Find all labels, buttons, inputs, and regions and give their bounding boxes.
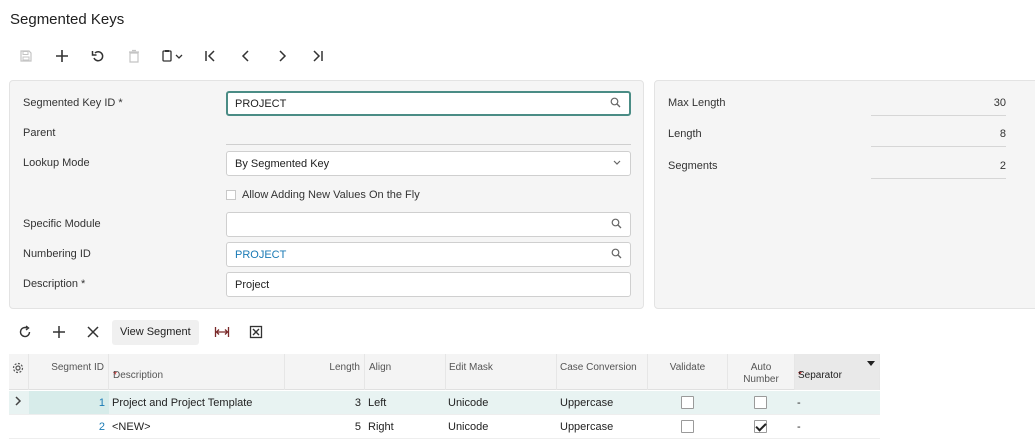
header-align[interactable]: Align <box>365 354 446 390</box>
page-title: Segmented Keys <box>10 11 125 28</box>
header-validate[interactable]: Validate <box>648 354 728 390</box>
search-icon[interactable] <box>611 248 622 262</box>
length-label: Length <box>668 128 702 140</box>
numbering-id-field[interactable]: PROJECT <box>226 242 631 267</box>
parent-row: Parent <box>10 121 643 147</box>
allow-adding-checkbox[interactable] <box>226 190 236 200</box>
cell-length[interactable]: 3 <box>285 397 361 409</box>
first-record-icon[interactable] <box>192 44 228 68</box>
header-segment-id[interactable]: Segment ID <box>29 354 109 390</box>
cell-align[interactable]: Left <box>368 397 386 409</box>
cell-separator[interactable]: - <box>797 397 801 409</box>
add-row-icon[interactable] <box>42 319 76 345</box>
header-case-conversion[interactable]: Case Conversion <box>557 354 648 390</box>
cell-edit-mask[interactable]: Unicode <box>448 397 488 409</box>
header-separator[interactable]: * Separator <box>795 354 880 390</box>
cell-auto-number-checkbox[interactable] <box>754 396 767 409</box>
parent-field[interactable] <box>226 133 631 145</box>
add-icon[interactable] <box>44 44 80 68</box>
max-length-label: Max Length <box>668 97 726 109</box>
segments-label: Segments <box>668 160 718 172</box>
undo-icon[interactable] <box>80 44 116 68</box>
table-row[interactable]: 2 <NEW> 5 Right Unicode Uppercase - <box>9 415 880 439</box>
cell-case-conversion[interactable]: Uppercase <box>560 421 613 433</box>
segments-value: 2 <box>871 160 1006 179</box>
header-description[interactable]: * Description <box>109 354 285 390</box>
lookup-mode-row: Lookup Mode By Segmented Key <box>10 151 643 177</box>
view-segment-button[interactable]: View Segment <box>112 319 199 345</box>
cell-edit-mask[interactable]: Unicode <box>448 421 488 433</box>
delete-icon[interactable] <box>116 44 152 68</box>
allow-adding-label: Allow Adding New Values On the Fly <box>242 189 420 201</box>
fit-columns-icon[interactable] <box>205 319 239 345</box>
numbering-id-label: Numbering ID <box>23 248 91 260</box>
delete-row-icon[interactable] <box>76 319 110 345</box>
cell-auto-number-checkbox[interactable] <box>754 420 767 433</box>
max-length-value: 30 <box>871 97 1006 116</box>
cell-segment-id[interactable]: 2 <box>29 421 105 433</box>
cell-validate-checkbox[interactable] <box>681 396 694 409</box>
description-row: Description * Project <box>10 272 643 298</box>
sort-desc-icon <box>867 361 875 366</box>
specific-module-label: Specific Module <box>23 218 101 230</box>
summary-panel: Max Length 30 Length 8 Segments 2 <box>654 80 1035 309</box>
specific-module-field[interactable] <box>226 212 631 237</box>
cell-case-conversion[interactable]: Uppercase <box>560 397 613 409</box>
grid-toolbar: View Segment <box>8 319 273 345</box>
description-field[interactable]: Project <box>226 272 631 297</box>
cell-length[interactable]: 5 <box>285 421 361 433</box>
main-toolbar <box>8 44 336 68</box>
cell-description[interactable]: <NEW> <box>112 421 151 433</box>
header-auto-number[interactable]: Auto Number <box>728 354 795 390</box>
row-expand-chevron-icon[interactable] <box>13 395 23 410</box>
grid-header: Segment ID * Description Length Align Edi… <box>9 354 880 390</box>
table-row[interactable]: 1 Project and Project Template 3 Left Un… <box>9 391 880 415</box>
export-excel-icon[interactable] <box>239 319 273 345</box>
description-label: Description * <box>23 278 86 290</box>
search-icon[interactable] <box>610 97 621 111</box>
save-icon[interactable] <box>8 44 44 68</box>
previous-record-icon[interactable] <box>228 44 264 68</box>
refresh-icon[interactable] <box>8 319 42 345</box>
segmented-key-id-row: Segmented Key ID * PROJECT <box>10 91 643 117</box>
lookup-mode-select[interactable]: By Segmented Key <box>226 151 631 176</box>
parent-label: Parent <box>23 127 56 139</box>
search-icon[interactable] <box>611 218 622 232</box>
lookup-mode-label: Lookup Mode <box>23 157 90 169</box>
copy-paste-icon[interactable] <box>152 44 192 68</box>
specific-module-row: Specific Module <box>10 212 643 238</box>
cell-validate-checkbox[interactable] <box>681 420 694 433</box>
cell-description[interactable]: Project and Project Template <box>112 397 252 409</box>
last-record-icon[interactable] <box>300 44 336 68</box>
numbering-id-row: Numbering ID PROJECT <box>10 242 643 268</box>
cell-align[interactable]: Right <box>368 421 394 433</box>
column-settings-icon[interactable] <box>9 354 29 390</box>
allow-adding-checkbox-row[interactable]: Allow Adding New Values On the Fly <box>226 189 420 201</box>
cell-segment-id[interactable]: 1 <box>29 397 105 409</box>
cell-separator[interactable]: - <box>797 421 801 433</box>
header-edit-mask[interactable]: Edit Mask <box>446 354 557 390</box>
next-record-icon[interactable] <box>264 44 300 68</box>
main-form-panel: Segmented Key ID * PROJECT Parent Lookup … <box>9 80 644 309</box>
header-length[interactable]: Length <box>285 354 365 390</box>
chevron-down-icon[interactable] <box>612 157 622 170</box>
length-value: 8 <box>871 128 1006 147</box>
segmented-key-id-label: Segmented Key ID * <box>23 97 123 109</box>
segmented-key-id-field[interactable]: PROJECT <box>226 91 631 116</box>
